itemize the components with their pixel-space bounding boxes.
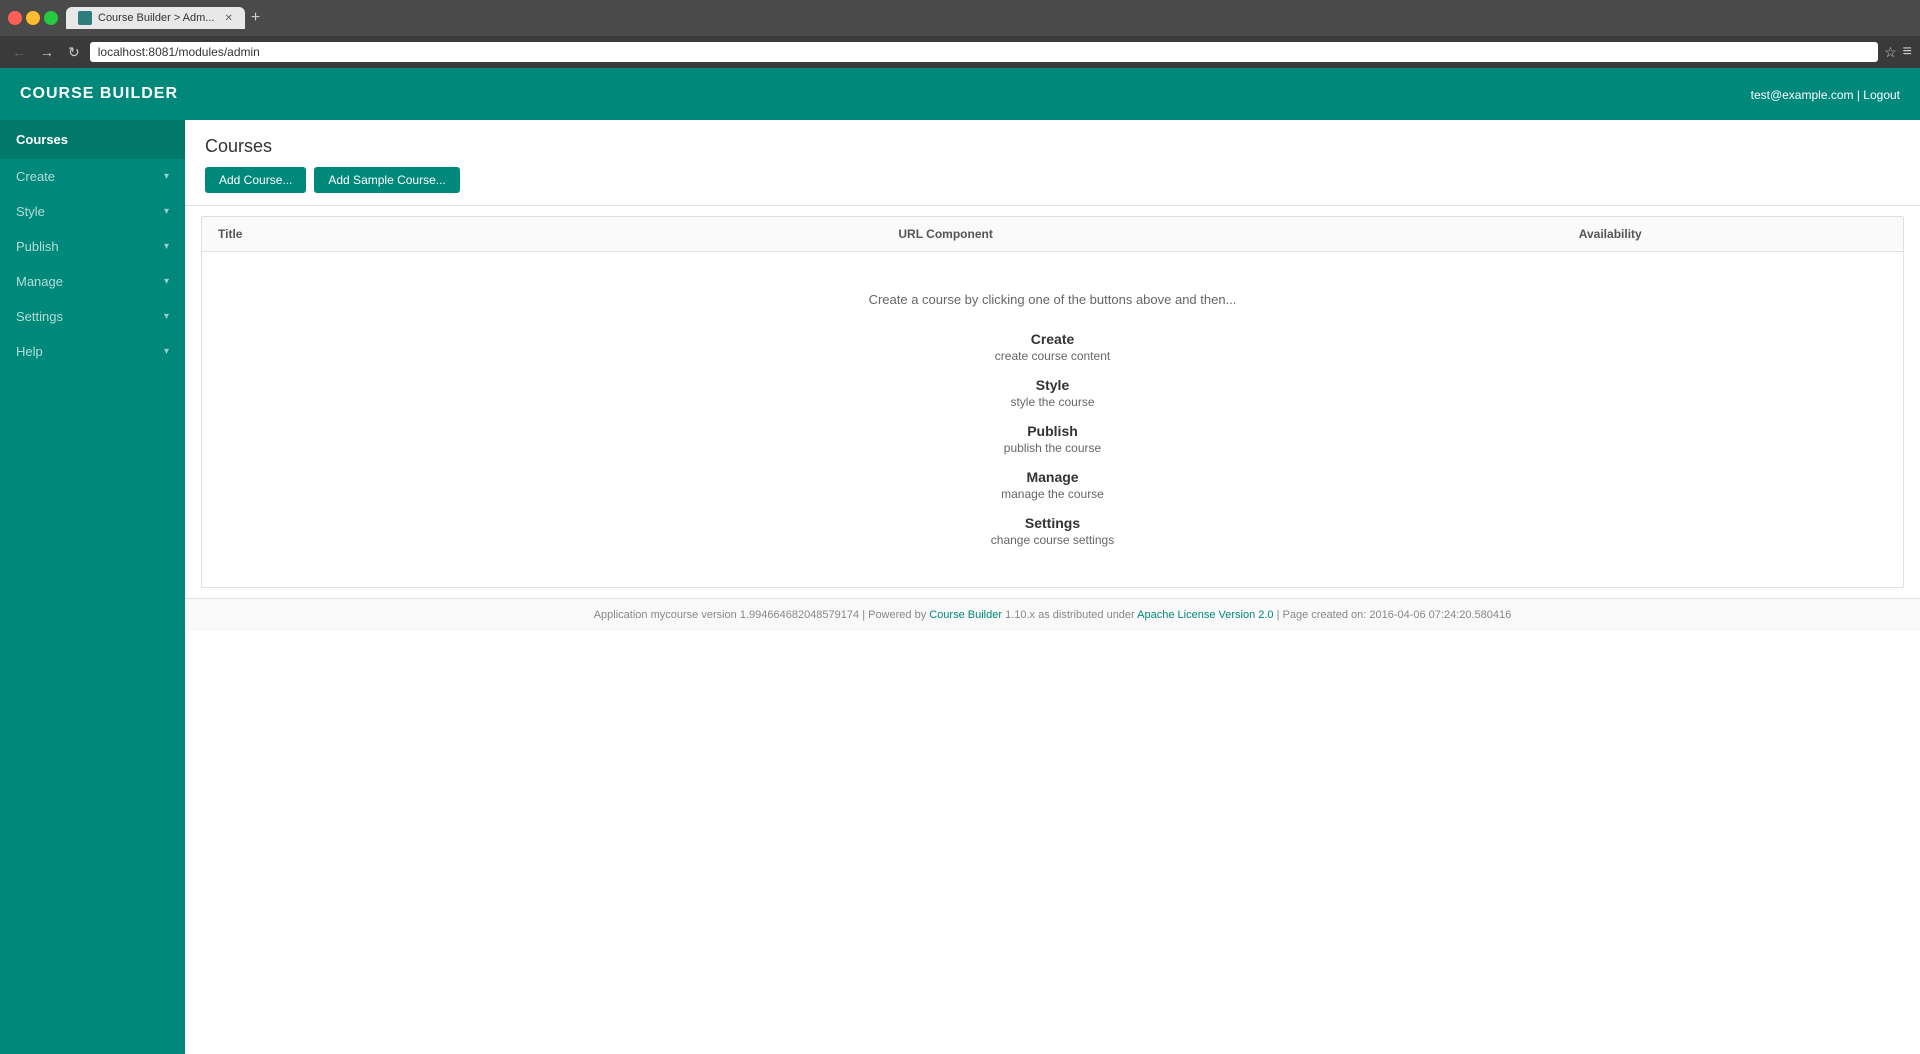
page-title: Courses xyxy=(205,136,1900,157)
step-style-desc: style the course xyxy=(222,395,1883,409)
url-input[interactable] xyxy=(90,42,1878,62)
bookmark-button[interactable]: ☆ xyxy=(1884,44,1897,61)
tab-close-icon[interactable]: ✕ xyxy=(224,13,232,24)
refresh-button[interactable]: ↻ xyxy=(64,42,84,63)
chevron-down-icon: ▾ xyxy=(164,206,169,217)
courses-table: Title URL Component Availability Create … xyxy=(202,217,1903,587)
browser-tab[interactable]: Course Builder > Adm... ✕ xyxy=(66,7,245,29)
logout-link[interactable]: Logout xyxy=(1863,88,1900,102)
step-style-title: Style xyxy=(222,377,1883,393)
empty-state: Create a course by clicking one of the b… xyxy=(202,252,1903,587)
chevron-down-icon: ▾ xyxy=(164,241,169,252)
user-email: test@example.com xyxy=(1751,88,1854,102)
add-sample-course-button[interactable]: Add Sample Course... xyxy=(314,167,459,193)
tab-bar: Course Builder > Adm... ✕ + xyxy=(66,7,1912,29)
app: COURSE BUILDER test@example.com | Logout… xyxy=(0,68,1920,1054)
empty-steps: Create create course content Style style… xyxy=(222,331,1883,547)
chevron-down-icon: ▾ xyxy=(164,276,169,287)
forward-button[interactable]: → xyxy=(36,42,58,62)
col-title: Title xyxy=(202,217,882,252)
step-manage-desc: manage the course xyxy=(222,487,1883,501)
menu-button[interactable]: ≡ xyxy=(1903,43,1912,61)
maximize-button[interactable] xyxy=(44,11,58,25)
col-url: URL Component xyxy=(882,217,1562,252)
header-user-area: test@example.com | Logout xyxy=(1751,87,1900,102)
new-tab-button[interactable]: + xyxy=(247,9,264,27)
address-bar: ← → ↻ ☆ ≡ xyxy=(0,36,1920,68)
step-settings: Settings change course settings xyxy=(222,515,1883,547)
step-create-title: Create xyxy=(222,331,1883,347)
chevron-down-icon: ▾ xyxy=(164,171,169,182)
tab-title: Course Builder > Adm... xyxy=(98,12,214,24)
app-footer: Application mycourse version 1.994664682… xyxy=(185,598,1920,631)
browser-chrome: Course Builder > Adm... ✕ + xyxy=(0,0,1920,36)
table-wrapper: Title URL Component Availability Create … xyxy=(185,206,1920,598)
app-title: COURSE BUILDER xyxy=(20,85,178,103)
sidebar-create-label: Create xyxy=(16,169,55,184)
apache-license-link[interactable]: Apache License Version 2.0 xyxy=(1137,609,1273,621)
step-create: Create create course content xyxy=(222,331,1883,363)
footer-text-before: Application mycourse version 1.994664682… xyxy=(594,609,930,621)
step-manage: Manage manage the course xyxy=(222,469,1883,501)
step-settings-title: Settings xyxy=(222,515,1883,531)
sidebar-item-manage[interactable]: Manage ▾ xyxy=(0,264,185,299)
step-manage-title: Manage xyxy=(222,469,1883,485)
minimize-button[interactable] xyxy=(26,11,40,25)
step-publish-desc: publish the course xyxy=(222,441,1883,455)
sidebar-help-label: Help xyxy=(16,344,43,359)
sidebar: Courses Create ▾ Style ▾ Publish ▾ Manag… xyxy=(0,120,185,1054)
back-button[interactable]: ← xyxy=(8,42,30,62)
col-availability: Availability xyxy=(1563,217,1903,252)
chevron-down-icon: ▾ xyxy=(164,311,169,322)
tab-favicon xyxy=(78,11,92,25)
add-course-button[interactable]: Add Course... xyxy=(205,167,306,193)
step-publish: Publish publish the course xyxy=(222,423,1883,455)
sidebar-item-help[interactable]: Help ▾ xyxy=(0,334,185,369)
course-builder-link[interactable]: Course Builder xyxy=(929,609,1002,621)
empty-state-intro: Create a course by clicking one of the b… xyxy=(222,292,1883,307)
app-body: Courses Create ▾ Style ▾ Publish ▾ Manag… xyxy=(0,120,1920,1054)
step-style: Style style the course xyxy=(222,377,1883,409)
close-button[interactable] xyxy=(8,11,22,25)
main-header: Courses Add Course... Add Sample Course.… xyxy=(185,120,1920,206)
sidebar-settings-label: Settings xyxy=(16,309,63,324)
footer-text-middle: 1.10.x as distributed under xyxy=(1002,609,1137,621)
chevron-down-icon: ▾ xyxy=(164,346,169,357)
sidebar-item-settings[interactable]: Settings ▾ xyxy=(0,299,185,334)
sidebar-item-courses[interactable]: Courses xyxy=(0,120,185,159)
sidebar-item-style[interactable]: Style ▾ xyxy=(0,194,185,229)
window-controls xyxy=(8,11,58,25)
action-buttons: Add Course... Add Sample Course... xyxy=(205,167,1900,193)
sidebar-style-label: Style xyxy=(16,204,45,219)
step-create-desc: create course content xyxy=(222,349,1883,363)
table-outer: Title URL Component Availability Create … xyxy=(201,216,1904,588)
sidebar-publish-label: Publish xyxy=(16,239,59,254)
step-settings-desc: change course settings xyxy=(222,533,1883,547)
app-header: COURSE BUILDER test@example.com | Logout xyxy=(0,68,1920,120)
sidebar-item-create[interactable]: Create ▾ xyxy=(0,159,185,194)
step-publish-title: Publish xyxy=(222,423,1883,439)
sidebar-item-publish[interactable]: Publish ▾ xyxy=(0,229,185,264)
footer-text-after: | Page created on: 2016-04-06 07:24:20.5… xyxy=(1274,609,1512,621)
sidebar-manage-label: Manage xyxy=(16,274,63,289)
main-content: Courses Add Course... Add Sample Course.… xyxy=(185,120,1920,1054)
